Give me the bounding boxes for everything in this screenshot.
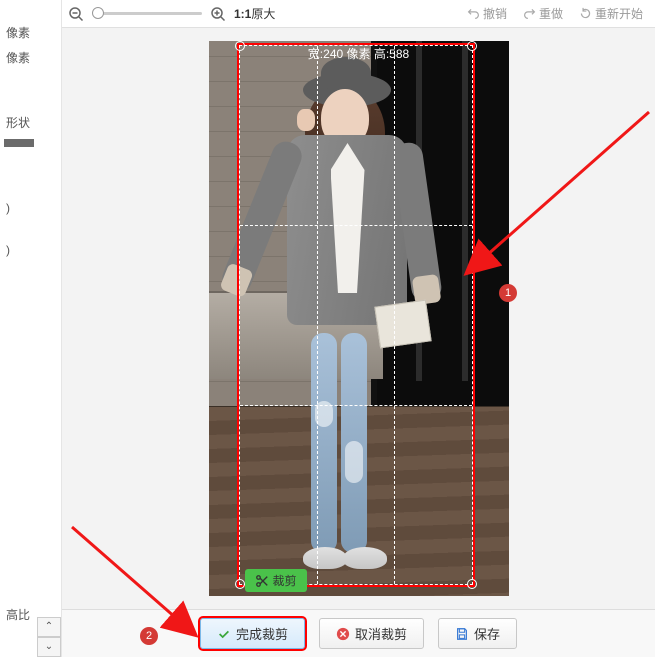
top-toolbar: 1:1原大 撤销 重做 重新开始	[62, 0, 655, 28]
crop-grid-line	[394, 46, 395, 584]
crop-marquee[interactable]	[239, 45, 473, 585]
crop-handle-bl[interactable]	[235, 579, 245, 589]
editor-area: 1:1原大 撤销 重做 重新开始	[62, 0, 655, 657]
restart-label: 重新开始	[595, 5, 643, 22]
finish-crop-label: 完成裁剪	[236, 624, 288, 643]
unit-label: 像素	[0, 45, 61, 70]
close-icon	[336, 627, 350, 641]
chevron-down-icon[interactable]: ⌄	[37, 637, 61, 657]
crop-grid-line	[240, 405, 472, 406]
shape-label: 形状	[0, 110, 61, 135]
crop-handle-tr[interactable]	[467, 41, 477, 51]
chevron-up-icon[interactable]: ⌃	[37, 617, 61, 637]
zoom-out-icon[interactable]	[68, 6, 84, 22]
undo-button[interactable]: 撤销	[461, 3, 513, 24]
unit-label: 像素	[0, 20, 61, 45]
finish-crop-button[interactable]: 完成裁剪	[200, 618, 305, 649]
image[interactable]: 宽:240 像素 高:588 裁剪	[209, 41, 509, 596]
image-canvas[interactable]: 宽:240 像素 高:588 裁剪	[62, 28, 655, 609]
side-panel: 像素 像素 形状 ) ) 高比 ⌃ ⌄	[0, 0, 62, 657]
zoom-ratio[interactable]: 1:1原大	[234, 5, 275, 22]
save-icon	[455, 627, 469, 641]
redo-button[interactable]: 重做	[517, 3, 569, 24]
restart-button[interactable]: 重新开始	[573, 3, 649, 24]
zoom-slider[interactable]	[92, 12, 202, 15]
spinner[interactable]: ⌃ ⌄	[37, 617, 61, 657]
zoom-ratio-value: 1:1	[234, 7, 251, 21]
scissors-icon	[255, 574, 269, 588]
annotation-badge-2: 2	[140, 627, 158, 645]
check-icon	[217, 627, 231, 641]
crop-handle-br[interactable]	[467, 579, 477, 589]
cancel-crop-button[interactable]: 取消裁剪	[319, 618, 424, 649]
zoom-in-icon[interactable]	[210, 6, 226, 22]
save-button[interactable]: 保存	[438, 618, 517, 649]
zoom-slider-handle[interactable]	[92, 7, 104, 19]
crop-tool-label: 裁剪	[273, 572, 297, 589]
redo-label: 重做	[539, 5, 563, 22]
paren-label: )	[0, 197, 61, 219]
zoom-original-label: 原大	[251, 7, 275, 21]
undo-label: 撤销	[483, 5, 507, 22]
crop-grid-line	[317, 46, 318, 584]
save-label: 保存	[474, 624, 500, 643]
annotation-badge-1: 1	[499, 284, 517, 302]
cancel-crop-label: 取消裁剪	[355, 624, 407, 643]
paren-label: )	[0, 239, 61, 261]
crop-handle-tl[interactable]	[235, 41, 245, 51]
crop-tool-badge[interactable]: 裁剪	[245, 569, 307, 592]
shape-swatch[interactable]	[4, 139, 34, 147]
crop-grid-line	[240, 225, 472, 226]
